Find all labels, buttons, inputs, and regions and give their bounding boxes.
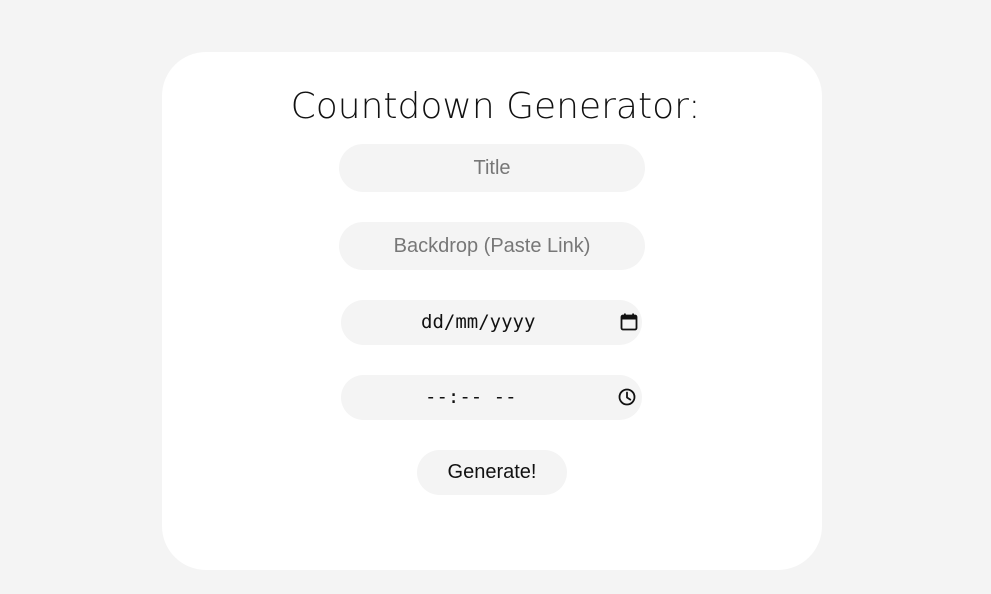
title-input[interactable]: Title xyxy=(339,144,645,192)
clock-icon[interactable] xyxy=(617,387,637,407)
time-input[interactable]: --:-- -- xyxy=(341,375,642,420)
backdrop-link-input[interactable]: Backdrop (Paste Link) xyxy=(339,222,645,270)
date-input[interactable]: dd/mm/yyyy xyxy=(341,300,642,345)
backdrop-placeholder: Backdrop (Paste Link) xyxy=(393,235,591,257)
generate-button[interactable]: Generate! xyxy=(417,450,567,495)
calendar-icon[interactable] xyxy=(619,312,639,332)
time-value: --:-- -- xyxy=(425,386,517,408)
date-value: dd/mm/yyyy xyxy=(421,311,536,333)
page-title: Countdown Generator: xyxy=(290,86,701,127)
title-placeholder: Title xyxy=(473,157,511,179)
